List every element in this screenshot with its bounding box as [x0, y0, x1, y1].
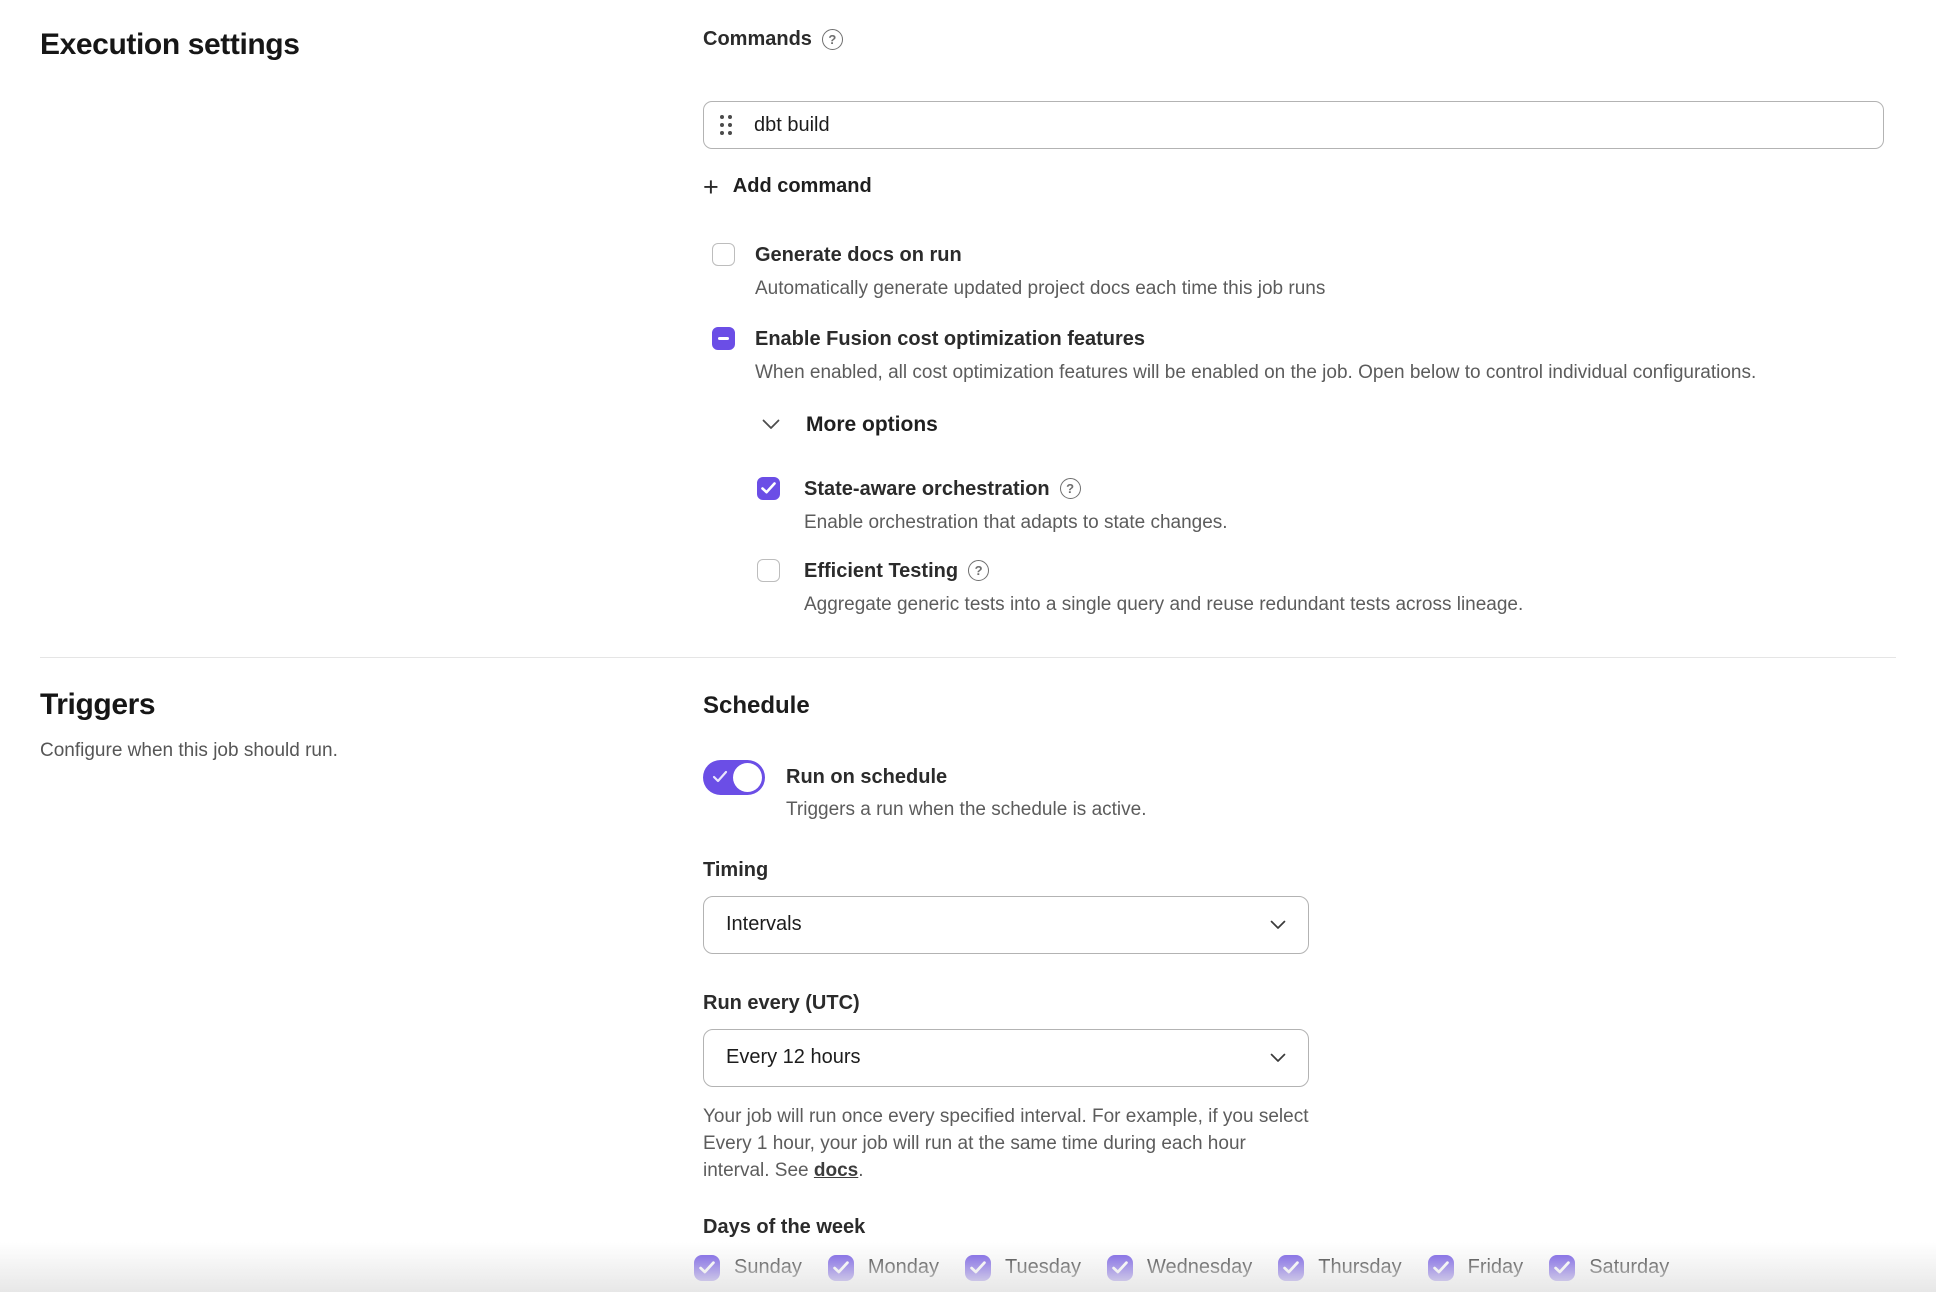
execution-settings-title: Execution settings: [40, 28, 703, 62]
run-every-value: Every 12 hours: [726, 1046, 861, 1069]
more-options-label: More options: [806, 413, 938, 437]
docs-link[interactable]: docs: [814, 1160, 858, 1181]
state-aware-description: Enable orchestration that adapts to stat…: [804, 510, 1228, 535]
day-label[interactable]: Friday: [1468, 1256, 1524, 1279]
efficient-testing-label[interactable]: Efficient Testing: [804, 559, 958, 583]
execution-settings-content: Commands ? dbt build + Add command Gener…: [703, 28, 1884, 617]
run-on-schedule-row: Run on schedule Triggers a run when the …: [703, 760, 1884, 821]
commands-label: Commands: [703, 28, 812, 51]
state-aware-row: State-aware orchestration ? Enable orche…: [703, 477, 1884, 535]
fusion-description: When enabled, all cost optimization feat…: [755, 360, 1756, 385]
plus-icon: +: [703, 177, 719, 197]
day-label[interactable]: Saturday: [1589, 1256, 1669, 1279]
interval-helper-text: Your job will run once every specified i…: [703, 1103, 1317, 1184]
toggle-knob: [733, 763, 762, 792]
state-aware-help-icon[interactable]: ?: [1060, 478, 1081, 499]
day-item: Wednesday: [1107, 1255, 1252, 1281]
more-options-expander[interactable]: More options: [762, 413, 938, 437]
triggers-content: Schedule Run on schedule Triggers a run …: [703, 688, 1884, 1281]
run-on-schedule-label[interactable]: Run on schedule: [786, 760, 1146, 795]
efficient-testing-description: Aggregate generic tests into a single qu…: [804, 592, 1523, 617]
triggers-section: Triggers Configure when this job should …: [0, 658, 1936, 1281]
drag-handle-icon[interactable]: [720, 115, 732, 135]
schedule-heading: Schedule: [703, 692, 1884, 720]
timing-value: Intervals: [726, 913, 802, 936]
run-on-schedule-toggle[interactable]: [703, 760, 765, 795]
day-checkbox[interactable]: [1278, 1255, 1304, 1281]
day-label[interactable]: Sunday: [734, 1256, 802, 1279]
day-checkbox[interactable]: [694, 1255, 720, 1281]
days-of-week-label: Days of the week: [703, 1216, 1884, 1239]
fusion-checkbox[interactable]: [712, 327, 735, 350]
generate-docs-description: Automatically generate updated project d…: [755, 276, 1325, 301]
triggers-subtitle: Configure when this job should run.: [40, 740, 703, 762]
command-input[interactable]: dbt build: [703, 101, 1884, 149]
day-label[interactable]: Thursday: [1318, 1256, 1401, 1279]
day-item: Sunday: [694, 1255, 802, 1281]
fusion-row: Enable Fusion cost optimization features…: [703, 327, 1884, 385]
days-row: Sunday Monday Tuesday: [694, 1255, 1884, 1281]
day-label[interactable]: Monday: [868, 1256, 939, 1279]
day-item: Saturday: [1549, 1255, 1669, 1281]
day-label[interactable]: Wednesday: [1147, 1256, 1252, 1279]
triggers-title: Triggers: [40, 688, 703, 722]
add-command-label: Add command: [733, 175, 872, 198]
day-checkbox[interactable]: [1549, 1255, 1575, 1281]
efficient-testing-row: Efficient Testing ? Aggregate generic te…: [703, 559, 1884, 617]
day-item: Thursday: [1278, 1255, 1401, 1281]
chevron-down-icon: [762, 419, 780, 430]
execution-settings-section: Execution settings Commands ? dbt build …: [0, 0, 1936, 617]
generate-docs-checkbox[interactable]: [712, 243, 735, 266]
command-value[interactable]: dbt build: [754, 114, 830, 137]
triggers-left: Triggers Configure when this job should …: [40, 688, 703, 1281]
state-aware-checkbox[interactable]: [757, 477, 780, 500]
chevron-down-icon: [1270, 920, 1286, 930]
efficient-testing-checkbox[interactable]: [757, 559, 780, 582]
chevron-down-icon: [1270, 1053, 1286, 1063]
state-aware-label[interactable]: State-aware orchestration: [804, 477, 1050, 501]
commands-label-row: Commands ?: [703, 28, 1884, 51]
run-every-select[interactable]: Every 12 hours: [703, 1029, 1309, 1087]
day-checkbox[interactable]: [965, 1255, 991, 1281]
day-checkbox[interactable]: [1107, 1255, 1133, 1281]
fusion-label[interactable]: Enable Fusion cost optimization features: [755, 327, 1756, 351]
toggle-check-icon: [712, 770, 728, 783]
day-checkbox[interactable]: [1428, 1255, 1454, 1281]
day-checkbox[interactable]: [828, 1255, 854, 1281]
run-every-label: Run every (UTC): [703, 992, 1884, 1015]
execution-settings-left: Execution settings: [40, 28, 703, 617]
timing-select[interactable]: Intervals: [703, 896, 1309, 954]
generate-docs-row: Generate docs on run Automatically gener…: [703, 243, 1884, 301]
efficient-testing-help-icon[interactable]: ?: [968, 560, 989, 581]
run-on-schedule-description: Triggers a run when the schedule is acti…: [786, 799, 1146, 821]
day-item: Tuesday: [965, 1255, 1081, 1281]
timing-label: Timing: [703, 859, 1884, 882]
add-command-button[interactable]: + Add command: [703, 175, 872, 198]
commands-help-icon[interactable]: ?: [822, 29, 843, 50]
day-label[interactable]: Tuesday: [1005, 1256, 1081, 1279]
day-item: Friday: [1428, 1255, 1524, 1281]
generate-docs-label[interactable]: Generate docs on run: [755, 243, 1325, 267]
day-item: Monday: [828, 1255, 939, 1281]
